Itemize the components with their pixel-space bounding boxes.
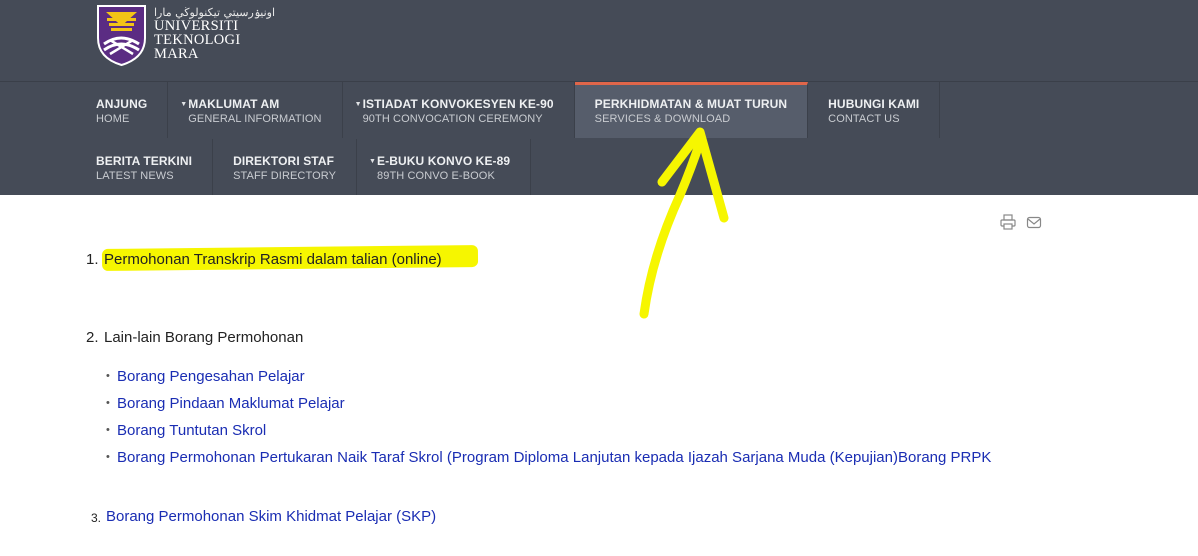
nav-item-services-download[interactable]: PERKHIDMATAN & MUAT TURUN SERVICES & DOW… — [574, 82, 809, 138]
nav-item-sublabel: CONTACT US — [828, 113, 900, 125]
nav-item-latest-news[interactable]: BERITA TERKINI LATEST NEWS — [76, 139, 214, 195]
nav-item-label: MAKLUMAT AM — [188, 97, 321, 111]
skp-form-link[interactable]: Borang Permohonan Skim Khidmat Pelajar (… — [106, 508, 436, 525]
logo-line-1: UNIVERSITI — [154, 18, 239, 34]
other-forms-heading: Lain-lain Borang Permohonan — [104, 329, 304, 346]
list-item: Borang Pindaan Maklumat Pelajar — [106, 394, 1016, 413]
nav-item-convo-ebook[interactable]: E-BUKU KONVO KE-89 89TH CONVO E-BOOK — [357, 139, 532, 195]
list-item: Borang Pengesahan Pelajar — [106, 367, 1016, 386]
nav-item-label: HUBUNGI KAMI — [828, 97, 920, 111]
nav-item-label: PERKHIDMATAN & MUAT TURUN — [594, 97, 788, 111]
forms-list: Borang Pengesahan Pelajar Borang Pindaan… — [106, 367, 1016, 475]
form-link-scroll-upgrade[interactable]: Borang Permohonan Pertukaran Naik Taraf … — [117, 449, 991, 466]
nav-item-label: DIREKTORI STAF — [233, 154, 335, 168]
nav-item-home[interactable]: ANJUNG HOME — [76, 82, 169, 138]
nav-item-staff-directory[interactable]: DIREKTORI STAF STAFF DIRECTORY — [213, 139, 358, 195]
transcript-application-link[interactable]: Permohonan Transkrip Rasmi dalam talian … — [104, 251, 442, 268]
nav-item-label: ISTIADAT KONVOKESYEN KE-90 — [363, 97, 554, 111]
form-link-student-info-amendment[interactable]: Borang Pindaan Maklumat Pelajar — [117, 395, 345, 412]
nav-item-convocation-ceremony[interactable]: ISTIADAT KONVOKESYEN KE-90 90TH CONVOCAT… — [343, 82, 575, 138]
logo-line-2: TEKNOLOGI — [154, 32, 241, 48]
nav-item-sublabel: 90TH CONVOCATION CEREMONY — [362, 113, 543, 125]
site-header: اونيۏرسيتي تيكنولوڬي مارا UNIVERSITI TEK… — [0, 0, 1198, 82]
nav-item-sublabel: GENERAL INFORMATION — [188, 113, 322, 125]
form-link-student-verification[interactable]: Borang Pengesahan Pelajar — [117, 368, 305, 385]
nav-item-label: E-BUKU KONVO KE-89 — [377, 154, 510, 168]
logo-line-3: MARA — [154, 46, 199, 62]
nav-row-2: BERITA TERKINI LATEST NEWS DIREKTORI STA… — [76, 139, 532, 195]
list-item: Borang Tuntutan Skrol — [106, 421, 1016, 440]
main-navigation: ANJUNG HOME MAKLUMAT AM GENERAL INFORMAT… — [0, 82, 1198, 195]
nav-item-contact-us[interactable]: HUBUNGI KAMI CONTACT US — [808, 82, 941, 138]
nav-item-label: ANJUNG — [96, 97, 148, 111]
nav-item-sublabel: HOME — [96, 113, 130, 125]
logo-name: UNIVERSITI TEKNOLOGI MARA — [154, 18, 241, 62]
item-2-number: 2. — [86, 329, 99, 346]
form-link-scroll-claim[interactable]: Borang Tuntutan Skrol — [117, 422, 266, 439]
nav-item-label: BERITA TERKINI — [96, 154, 193, 168]
nav-item-sublabel: LATEST NEWS — [96, 170, 174, 182]
nav-item-sublabel: STAFF DIRECTORY — [233, 170, 337, 182]
nav-row-1: ANJUNG HOME MAKLUMAT AM GENERAL INFORMAT… — [76, 82, 941, 138]
list-item: Borang Permohonan Pertukaran Naik Taraf … — [106, 448, 1016, 467]
nav-item-sublabel: SERVICES & DOWNLOAD — [594, 113, 731, 125]
item-3-number: 3. — [91, 511, 102, 525]
university-crest-icon — [97, 5, 146, 66]
nav-item-sublabel: 89TH CONVO E-BOOK — [377, 170, 495, 182]
nav-item-general-information[interactable]: MAKLUMAT AM GENERAL INFORMATION — [168, 82, 343, 138]
uitm-logo[interactable]: اونيۏرسيتي تيكنولوڬي مارا UNIVERSITI TEK… — [96, 4, 275, 68]
main-content: 1. Permohonan Transkrip Rasmi dalam tali… — [0, 195, 1198, 556]
item-1-number: 1. — [86, 251, 99, 268]
